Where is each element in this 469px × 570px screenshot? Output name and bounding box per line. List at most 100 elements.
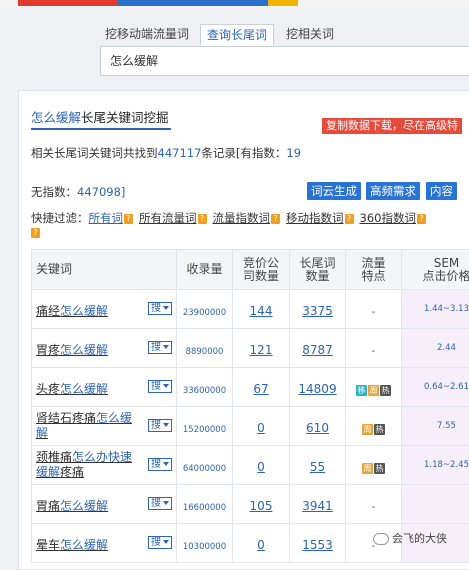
bid-count-link[interactable]: 144 bbox=[250, 304, 273, 318]
col-sem-price[interactable]: SEM点击价格 bbox=[402, 250, 469, 290]
table-row: 胃疼怎么缓解搜88900001218787-2.44 bbox=[32, 329, 469, 368]
keyword-cell: 晕车怎么缓解 搜 bbox=[32, 524, 177, 563]
copy-download-banner[interactable]: 复制数据下载，尽在高级特 bbox=[322, 118, 462, 134]
chevron-down-icon bbox=[163, 540, 169, 544]
search-dropdown-button[interactable]: 搜 bbox=[148, 380, 172, 393]
records-cell: 16600000 bbox=[177, 485, 233, 524]
traffic-cell: 移周热 bbox=[346, 368, 402, 407]
chevron-down-icon bbox=[163, 384, 169, 388]
help-icon[interactable]: ? bbox=[124, 214, 133, 224]
sem-price-value: 7.55 bbox=[437, 421, 456, 431]
search-btn-label: 搜 bbox=[151, 420, 161, 431]
col-bid-count[interactable]: 竞价公司数量 bbox=[233, 250, 290, 290]
keyword-cell: 肾结石疼痛怎么缓解搜 bbox=[32, 407, 177, 446]
table-row: 肾结石疼痛怎么缓解搜152000000610周热7.55 bbox=[32, 407, 469, 446]
search-dropdown-button[interactable]: 搜 bbox=[148, 497, 172, 510]
traffic-tag-icon: 移 bbox=[356, 385, 367, 396]
longtail-count-link[interactable]: 3941 bbox=[302, 499, 333, 513]
bid-count-link[interactable]: 0 bbox=[257, 538, 265, 552]
keyword-prefix: 痛经 bbox=[36, 304, 60, 318]
bid-cell: 144 bbox=[233, 290, 290, 329]
filter-all-traffic[interactable]: 所有流量词 bbox=[139, 211, 197, 225]
search-dropdown-button[interactable]: 搜 bbox=[148, 419, 172, 432]
keyword-link[interactable]: 晕车怎么缓解 bbox=[36, 538, 108, 553]
longtail-count-link[interactable]: 55 bbox=[310, 460, 325, 474]
content-button[interactable]: 内容 bbox=[426, 182, 457, 200]
traffic-tag-icon: 周 bbox=[362, 424, 373, 435]
col-longtail-line1: 长尾词 bbox=[290, 257, 345, 270]
summary-mid: 条记录[有指数： bbox=[201, 146, 286, 160]
keyword-prefix: 胃痛 bbox=[36, 499, 60, 513]
keyword-link[interactable]: 肾结石疼痛怎么缓解 bbox=[36, 411, 144, 441]
search-dropdown-button[interactable]: 搜 bbox=[148, 302, 172, 315]
watermark-text: 会飞的大侠 bbox=[392, 532, 447, 545]
sem-cell: 7.55 bbox=[402, 407, 469, 446]
col-traffic-line1: 流量 bbox=[346, 257, 401, 270]
table-row: 胃痛怎么缓解 搜 16600000 105 3941 - bbox=[32, 485, 469, 524]
help-icon[interactable]: ? bbox=[417, 214, 426, 224]
tab-mobile-traffic[interactable]: 挖移动端流量词 bbox=[105, 24, 189, 46]
page-title: 怎么缓解长尾关键词挖掘 bbox=[31, 107, 169, 126]
search-dropdown-button[interactable]: 搜 bbox=[148, 341, 172, 354]
bid-count-link[interactable]: 121 bbox=[250, 343, 273, 357]
sem-cell: 2.44 bbox=[402, 329, 469, 368]
keyword-link[interactable]: 头疼怎么缓解 bbox=[36, 382, 108, 397]
keyword-link[interactable]: 颈椎痛怎么办快速缓解疼痛 bbox=[36, 450, 144, 480]
longtail-cell: 55 bbox=[290, 446, 346, 485]
bid-count-link[interactable]: 105 bbox=[250, 499, 273, 513]
filter-all-words[interactable]: 所有词 bbox=[89, 211, 124, 225]
col-keyword[interactable]: 关键词 bbox=[32, 250, 177, 290]
help-icon[interactable]: ? bbox=[198, 214, 207, 224]
search-dropdown-button[interactable]: 搜 bbox=[148, 458, 172, 471]
chevron-down-icon bbox=[163, 306, 169, 310]
longtail-count-link[interactable]: 1553 bbox=[302, 538, 333, 552]
col-records[interactable]: 收录量 bbox=[177, 250, 233, 290]
bid-count-link[interactable]: 0 bbox=[257, 421, 265, 435]
traffic-cell: - bbox=[346, 290, 402, 329]
records-cell: 8890000 bbox=[177, 329, 233, 368]
sem-price-value: 1.18~2.45 bbox=[424, 460, 469, 470]
col-traffic: 流量特点 bbox=[346, 250, 402, 290]
help-icon[interactable]: ? bbox=[271, 214, 280, 224]
keyword-cell: 胃疼怎么缓解 搜 bbox=[32, 329, 177, 368]
col-sem-line2: 点击价格 bbox=[402, 270, 469, 283]
longtail-count-link[interactable]: 14809 bbox=[298, 382, 336, 396]
longtail-cell: 3375 bbox=[290, 290, 346, 329]
nav-accent-yellow bbox=[268, 0, 298, 6]
nav-accent-blue bbox=[118, 0, 268, 6]
records-value: 33600000 bbox=[183, 386, 226, 396]
filter-traffic-index[interactable]: 流量指数词 bbox=[213, 211, 271, 225]
bid-cell: 121 bbox=[233, 329, 290, 368]
search-dropdown-button[interactable]: 搜 bbox=[148, 536, 172, 549]
records-cell: 15200000 bbox=[177, 407, 233, 446]
traffic-cell: 周热 bbox=[346, 446, 402, 485]
keyword-link[interactable]: 胃疼怎么缓解 bbox=[36, 343, 108, 358]
bid-cell: 105 bbox=[233, 485, 290, 524]
traffic-empty: - bbox=[372, 500, 376, 513]
col-longtail-count[interactable]: 长尾词数量 bbox=[290, 250, 346, 290]
bid-count-link[interactable]: 67 bbox=[253, 382, 268, 396]
high-freq-button[interactable]: 高频需求 bbox=[366, 182, 420, 200]
chevron-down-icon bbox=[163, 501, 169, 505]
search-btn-label: 搜 bbox=[151, 498, 161, 509]
keyword-highlight: 怎么缓解 bbox=[60, 499, 108, 513]
bid-cell: 0 bbox=[233, 407, 290, 446]
chevron-down-icon bbox=[163, 345, 169, 349]
filter-360-index[interactable]: 360指数词 bbox=[360, 211, 416, 225]
filter-mobile-index[interactable]: 移动指数词 bbox=[286, 211, 344, 225]
search-btn-label: 搜 bbox=[151, 381, 161, 392]
longtail-count-link[interactable]: 8787 bbox=[302, 343, 333, 357]
tab-related-words[interactable]: 挖相关词 bbox=[286, 24, 334, 46]
help-icon[interactable]: ? bbox=[31, 228, 40, 238]
nav-accent-red bbox=[18, 0, 118, 6]
help-icon[interactable]: ? bbox=[345, 214, 354, 224]
word-cloud-button[interactable]: 词云生成 bbox=[307, 182, 361, 200]
longtail-count-link[interactable]: 610 bbox=[306, 421, 329, 435]
search-input[interactable]: 怎么缓解 bbox=[100, 46, 469, 76]
keyword-link[interactable]: 痛经怎么缓解 bbox=[36, 304, 108, 319]
keyword-link[interactable]: 胃痛怎么缓解 bbox=[36, 499, 108, 514]
search-btn-label: 搜 bbox=[151, 303, 161, 314]
bid-count-link[interactable]: 0 bbox=[257, 460, 265, 474]
longtail-count-link[interactable]: 3375 bbox=[302, 304, 333, 318]
tab-longtail-query[interactable]: 查询长尾词 bbox=[200, 24, 274, 46]
